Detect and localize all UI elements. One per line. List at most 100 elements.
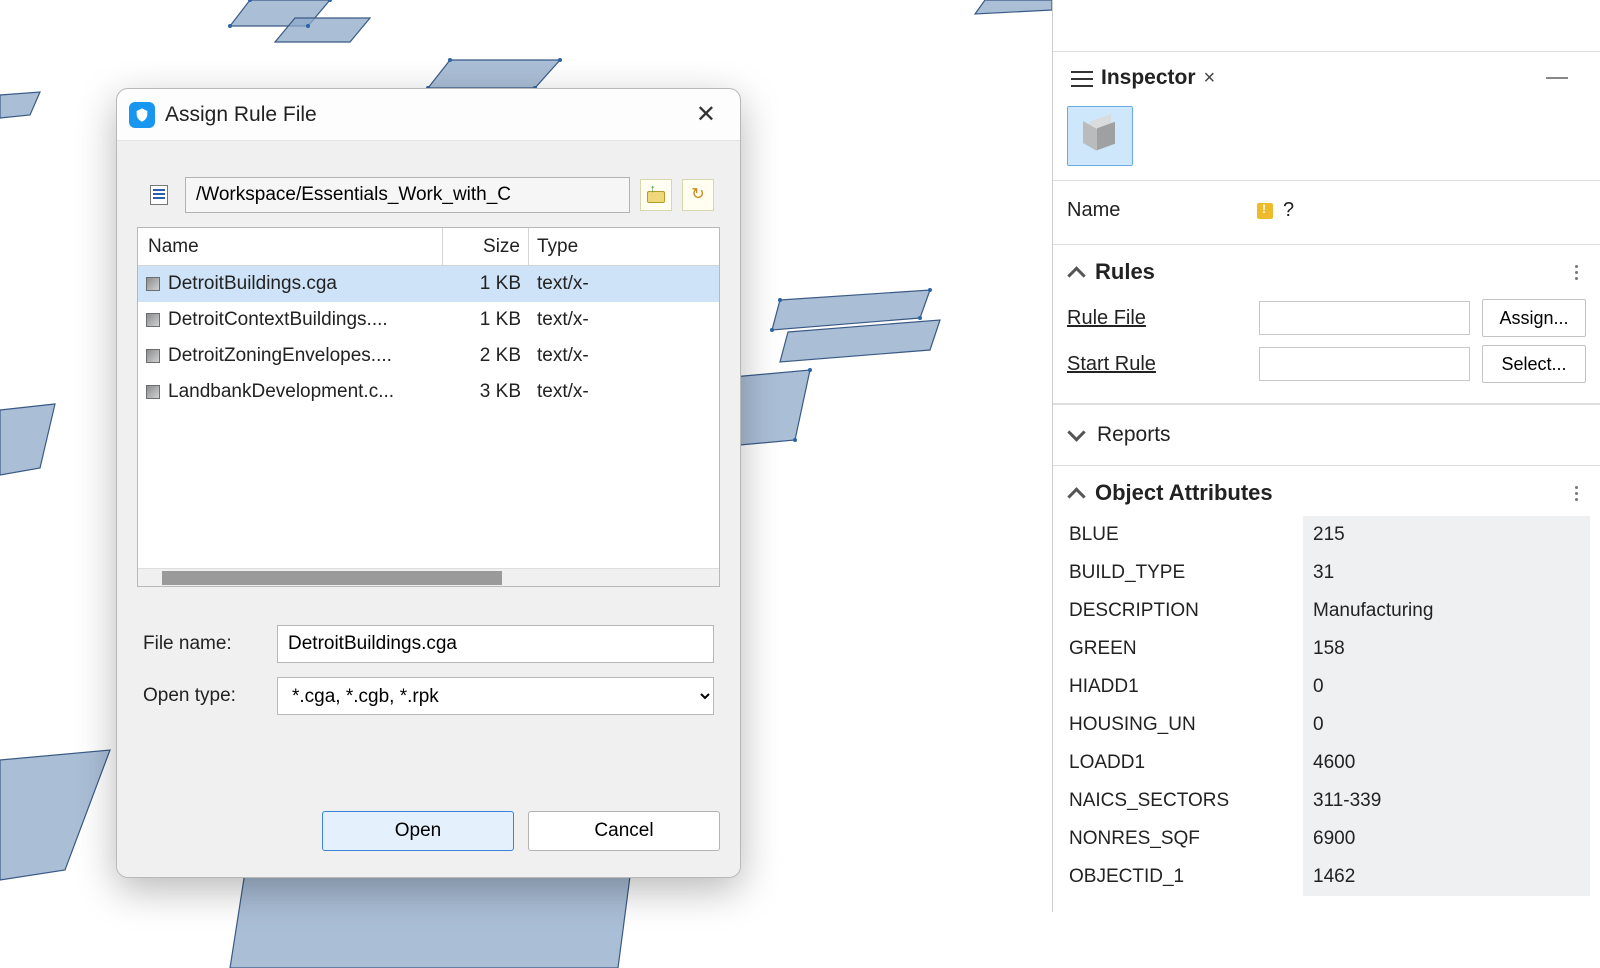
parent-folder-button[interactable] [640,179,672,211]
file-row[interactable]: DetroitContextBuildings.... 1 KBtext/x- [138,302,719,338]
attribute-value[interactable]: 0 [1303,706,1590,744]
file-type: text/x- [529,381,719,403]
file-table: Name Size Type DetroitBuildings.cga1 KBt… [137,227,720,587]
file-icon [144,383,162,401]
kebab-menu-icon[interactable] [1575,486,1586,501]
attribute-key: HOUSING_UN [1063,714,1303,736]
selected-shape-thumbnail[interactable] [1067,106,1133,166]
file-name-label: File name: [143,633,267,655]
attribute-key: LOADD1 [1063,752,1303,774]
name-value: ? [1283,199,1294,222]
file-name: DetroitBuildings.cga [168,273,337,295]
reports-section[interactable]: Reports [1053,404,1600,465]
cube-icon [1081,118,1119,154]
attribute-value[interactable]: 1462 [1303,858,1590,896]
file-size: 2 KB [443,345,529,367]
open-type-row: Open type: *.cga, *.cgb, *.rpk [137,677,720,715]
open-type-select[interactable]: *.cga, *.cgb, *.rpk [277,677,714,715]
attribute-row[interactable]: HOUSING_UN0 [1063,706,1590,744]
file-icon [144,311,162,329]
inspector-name-row: Name ? [1053,181,1600,244]
attribute-row[interactable]: LOADD14600 [1063,744,1590,782]
path-row: ↻ [137,177,720,213]
attributes-table: BLUE215BUILD_TYPE31DESCRIPTIONManufactur… [1063,516,1590,896]
file-size: 1 KB [443,273,529,295]
file-name: DetroitContextBuildings.... [168,309,388,331]
chevron-up-icon[interactable] [1067,263,1085,281]
warning-icon [1257,203,1273,219]
app-icon [129,102,155,128]
chevron-down-icon [1067,426,1085,444]
refresh-button[interactable]: ↻ [682,179,714,211]
file-name-row: File name: [137,625,720,663]
close-dialog-icon[interactable]: ✕ [690,99,722,131]
cancel-button[interactable]: Cancel [528,811,720,851]
minimize-icon[interactable] [1546,77,1568,79]
scrollbar-thumb[interactable] [162,571,502,585]
close-inspector-icon[interactable]: × [1204,68,1216,88]
attribute-row[interactable]: BLUE215 [1063,516,1590,554]
inspector-panel: Inspector × Name ? Rules Rule File Assig… [1052,0,1600,912]
attribute-value[interactable]: 215 [1303,516,1590,554]
reports-heading: Reports [1097,423,1171,447]
attribute-key: BLUE [1063,524,1303,546]
attribute-key: DESCRIPTION [1063,600,1303,622]
file-size: 3 KB [443,381,529,403]
assign-rule-file-dialog: Assign Rule File ✕ ↻ Name Size Type Detr… [116,88,741,878]
attribute-value[interactable]: 158 [1303,630,1590,668]
attribute-key: BUILD_TYPE [1063,562,1303,584]
col-size[interactable]: Size [443,228,529,265]
attribute-key: NAICS_SECTORS [1063,790,1303,812]
attribute-value[interactable]: 4600 [1303,744,1590,782]
sliders-icon [1071,69,1093,87]
start-rule-input[interactable] [1259,347,1470,381]
file-row[interactable]: LandbankDevelopment.c...3 KBtext/x- [138,374,719,410]
dialog-title: Assign Rule File [165,103,317,127]
file-table-header[interactable]: Name Size Type [138,228,719,266]
select-rule-button[interactable]: Select... [1482,345,1586,383]
rule-file-link[interactable]: Rule File [1067,307,1247,330]
rule-file-input[interactable] [1259,301,1470,335]
attribute-row[interactable]: DESCRIPTIONManufacturing [1063,592,1590,630]
attribute-key: NONRES_SQF [1063,828,1303,850]
attribute-row[interactable]: BUILD_TYPE31 [1063,554,1590,592]
assign-rule-button[interactable]: Assign... [1482,299,1586,337]
chevron-up-icon[interactable] [1067,484,1085,502]
attribute-value[interactable]: 6900 [1303,820,1590,858]
project-list-icon[interactable] [143,180,175,210]
file-size: 1 KB [443,309,529,331]
inspector-top-divider [1053,0,1600,52]
open-type-label: Open type: [143,685,267,707]
name-label: Name [1067,199,1247,222]
col-name[interactable]: Name [138,228,443,265]
attribute-row[interactable]: NONRES_SQF6900 [1063,820,1590,858]
attribute-value[interactable]: 31 [1303,554,1590,592]
attribute-value[interactable]: 0 [1303,668,1590,706]
attribute-row[interactable]: HIADD10 [1063,668,1590,706]
rules-section: Rules Rule File Assign... Start Rule Sel… [1053,244,1600,404]
attributes-heading: Object Attributes [1095,480,1273,506]
file-name-input[interactable] [277,625,714,663]
file-type: text/x- [529,345,719,367]
file-row[interactable]: DetroitZoningEnvelopes.... 2 KBtext/x- [138,338,719,374]
attribute-row[interactable]: NAICS_SECTORS311-339 [1063,782,1590,820]
attribute-key: OBJECTID_1 [1063,866,1303,888]
attribute-row[interactable]: OBJECTID_11462 [1063,858,1590,896]
file-icon [144,347,162,365]
file-name: DetroitZoningEnvelopes.... [168,345,392,367]
attribute-value[interactable]: 311-339 [1303,782,1590,820]
kebab-menu-icon[interactable] [1575,265,1586,280]
horizontal-scrollbar[interactable] [138,568,719,586]
path-input[interactable] [185,177,630,213]
open-button[interactable]: Open [322,811,514,851]
file-type: text/x- [529,309,719,331]
file-type: text/x- [529,273,719,295]
col-type[interactable]: Type [529,228,719,265]
dialog-footer: Open Cancel [117,777,740,877]
attributes-section: Object Attributes BLUE215BUILD_TYPE31DES… [1053,465,1600,912]
start-rule-link[interactable]: Start Rule [1067,353,1247,376]
attribute-value[interactable]: Manufacturing [1303,592,1590,630]
attribute-row[interactable]: GREEN158 [1063,630,1590,668]
dialog-titlebar[interactable]: Assign Rule File ✕ [117,89,740,141]
file-row[interactable]: DetroitBuildings.cga 1 KBtext/x- [138,266,719,302]
